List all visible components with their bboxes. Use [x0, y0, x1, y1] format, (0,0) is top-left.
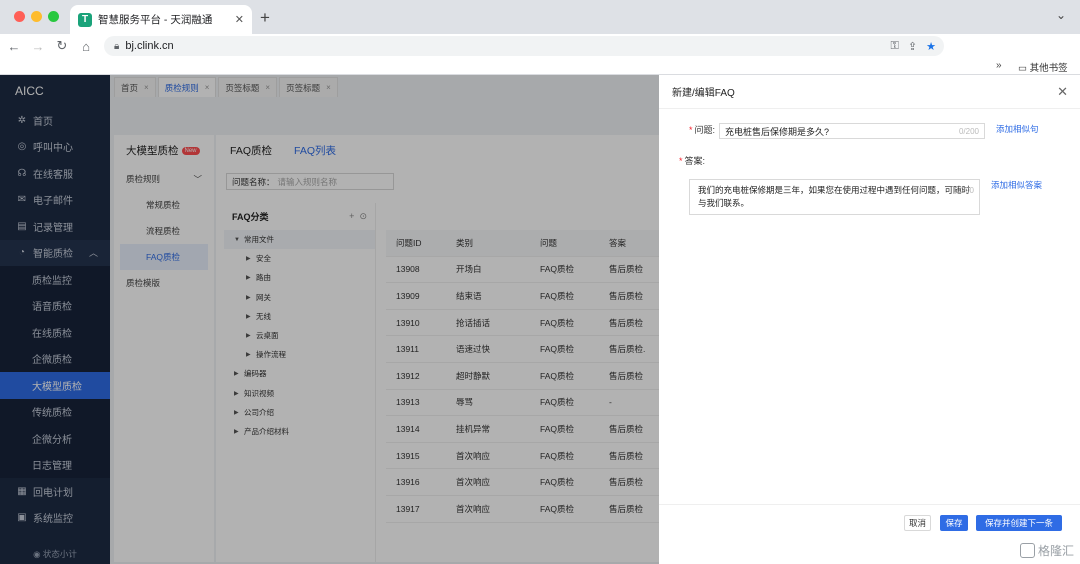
home-button[interactable]: ⌂ — [76, 39, 96, 54]
answer-textarea[interactable]: 我们的充电桩保修期是三年，如果您在使用过程中遇到任何问题，可随时与我们联系。 0… — [689, 179, 980, 215]
key-icon[interactable]: ⚿ — [891, 40, 899, 53]
url-text: bj.clink.cn — [125, 40, 174, 52]
tab-search-chevron-icon[interactable]: ⌄ — [1056, 8, 1066, 22]
drawer-footer: 取消 保存 保存并创建下一条 — [659, 504, 1080, 564]
modal-overlay[interactable] — [0, 75, 659, 564]
site-favicon-icon: T — [78, 12, 92, 27]
minimize-window-button[interactable] — [31, 11, 42, 22]
question-row: * 问题: 充电桩售后保修期是多久? 0/200 添加相似句 — [679, 123, 1039, 139]
close-icon[interactable]: ✕ — [1057, 84, 1068, 100]
question-value: 充电桩售后保修期是多久? — [725, 126, 830, 137]
tab-title: 智慧服务平台 - 天润融通 — [98, 14, 213, 26]
answer-row: 我们的充电桩保修期是三年，如果您在使用过程中遇到任何问题，可随时与我们联系。 0… — [689, 179, 1042, 215]
save-and-next-button[interactable]: 保存并创建下一条 — [976, 515, 1062, 531]
answer-counter: 0/200 — [953, 186, 974, 195]
drawer-title: 新建/编辑FAQ — [672, 88, 735, 99]
bookmarks-overflow-button[interactable]: » — [996, 60, 1002, 71]
browser-tab[interactable]: T 智慧服务平台 - 天润融通 ✕ — [70, 5, 252, 34]
folder-icon: ▭ — [1018, 63, 1030, 74]
add-similar-question-link[interactable]: 添加相似句 — [996, 123, 1039, 135]
back-button[interactable]: ← — [4, 39, 24, 54]
faq-edit-drawer: 新建/编辑FAQ ✕ * 问题: 充电桩售后保修期是多久? 0/200 添加相似句… — [659, 75, 1080, 564]
new-tab-button[interactable]: + — [260, 8, 270, 28]
close-window-button[interactable] — [14, 11, 25, 22]
url-bar[interactable]: 🔒︎ bj.clink.cn ⚿ ⇪ ★ — [104, 36, 944, 56]
watermark-logo-icon — [1019, 543, 1035, 558]
bookmark-star-icon[interactable]: ★ — [926, 40, 936, 53]
other-bookmarks-label: 其他书签 — [1029, 63, 1068, 74]
maximize-window-button[interactable] — [48, 11, 59, 22]
drawer-header: 新建/编辑FAQ ✕ — [659, 75, 1080, 109]
lock-icon: 🔒︎ — [114, 40, 120, 52]
reload-button[interactable]: ↻ — [52, 38, 72, 54]
share-icon[interactable]: ⇪ — [908, 40, 917, 53]
answer-label-text: 答案: — [684, 156, 706, 166]
answer-label: * 答案: — [679, 156, 706, 166]
browser-tabbar: T 智慧服务平台 - 天润融通 ✕ + ⌄ — [0, 0, 1080, 34]
address-toolbar: ← → ↻ ⌂ 🔒︎ bj.clink.cn ⚿ ⇪ ★ ◉ ◍ ✚ ◧ ⋮ — [0, 34, 1080, 86]
answer-label-row: * 答案: — [679, 154, 709, 167]
other-bookmarks[interactable]: ▭ 其他书签 — [1018, 60, 1068, 74]
question-label: * 问题: — [688, 125, 715, 135]
cancel-button[interactable]: 取消 — [904, 515, 931, 531]
question-label-text: 问题: — [694, 125, 715, 135]
save-button[interactable]: 保存 — [940, 515, 968, 531]
watermark-text: 格隆汇 — [1037, 544, 1074, 558]
question-input[interactable]: 充电桩售后保修期是多久? 0/200 — [719, 123, 985, 139]
tab-close-icon[interactable]: ✕ — [235, 13, 244, 26]
question-counter: 0/200 — [958, 126, 979, 136]
forward-button[interactable]: → — [28, 39, 48, 54]
bookmarks-bar: » ▭ 其他书签 — [0, 58, 1080, 75]
watermark: 格隆汇 — [1019, 542, 1074, 559]
add-similar-answer-link[interactable]: 添加相似答案 — [991, 179, 1042, 191]
answer-value: 我们的充电桩保修期是三年，如果您在使用过程中遇到任何问题，可随时与我们联系。 — [698, 185, 971, 208]
